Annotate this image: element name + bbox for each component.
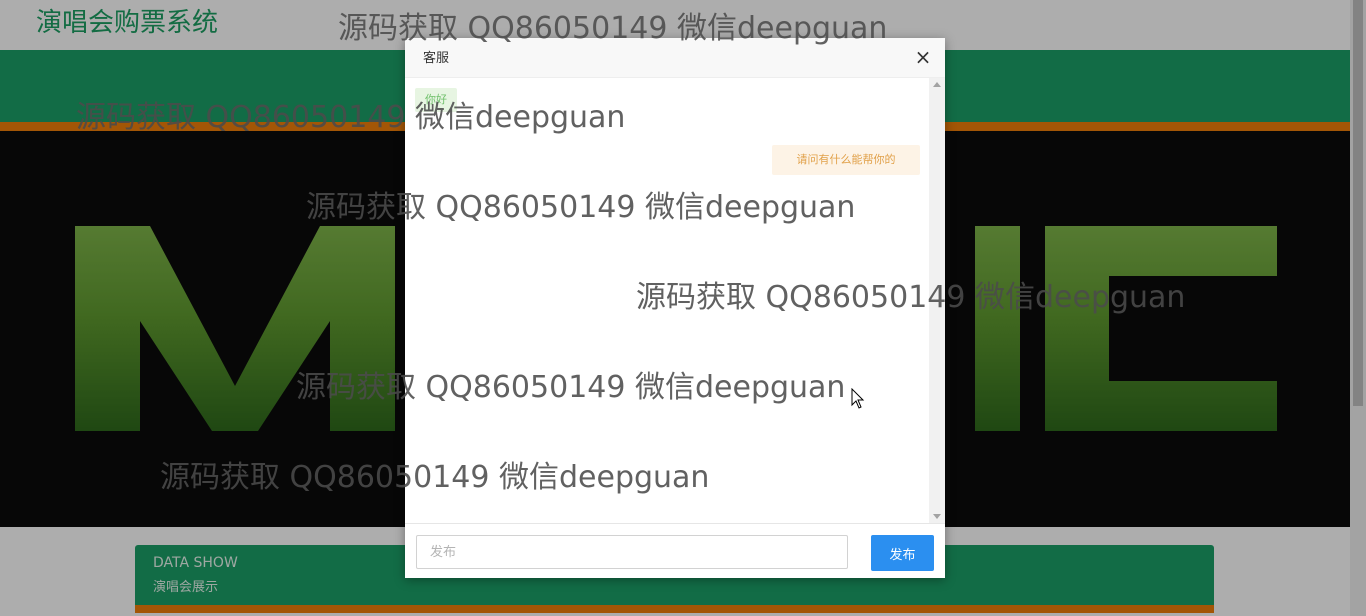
dialog-title: 客服	[423, 51, 450, 66]
chat-message-sent: 请问有什么能帮你的	[772, 145, 920, 175]
close-icon[interactable]: ×	[913, 46, 933, 68]
scroll-down-arrow-icon[interactable]	[933, 514, 941, 519]
dialog-footer: 发布	[405, 523, 945, 579]
post-button[interactable]: 发布	[871, 535, 934, 571]
chat-scrollbar[interactable]	[929, 78, 945, 523]
dialog-header: 客服 ×	[405, 38, 945, 78]
message-input[interactable]	[416, 535, 848, 569]
mouse-cursor-icon	[851, 388, 865, 409]
scroll-up-arrow-icon[interactable]	[933, 82, 941, 87]
chat-message-area[interactable]: 你好 请问有什么能帮你的	[405, 78, 929, 523]
chat-message-received: 你好	[415, 88, 457, 112]
customer-service-dialog: 客服 × 你好 请问有什么能帮你的 发布	[405, 38, 945, 578]
